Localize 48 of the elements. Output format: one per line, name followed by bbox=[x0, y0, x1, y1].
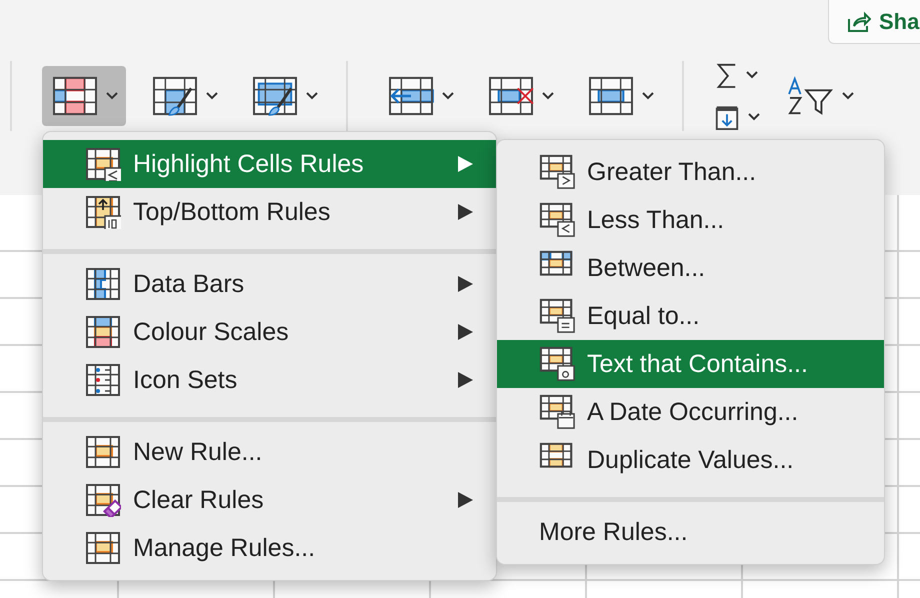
menu-item[interactable]: A Date Occurring... bbox=[497, 388, 884, 436]
chevron-icon bbox=[842, 92, 854, 100]
menu-item[interactable]: New Rule... bbox=[43, 428, 496, 476]
cell-styles-icon bbox=[252, 76, 298, 116]
sort-filter-icon bbox=[786, 76, 834, 116]
conditional-formatting-icon bbox=[52, 76, 98, 116]
colour-scale-icon bbox=[85, 315, 121, 349]
menu-item[interactable]: Icon Sets bbox=[43, 356, 496, 404]
text-contains-icon bbox=[539, 346, 575, 382]
menu-item[interactable]: Between... bbox=[497, 244, 884, 292]
menu-item[interactable]: Text that Contains... bbox=[497, 340, 884, 388]
icon-sets-icon bbox=[85, 363, 121, 397]
chevron-icon bbox=[106, 92, 118, 100]
clear-rules-icon bbox=[85, 483, 121, 517]
menu-item[interactable]: Equal to... bbox=[497, 292, 884, 340]
delete-cells-icon bbox=[488, 76, 534, 116]
chevron-icon bbox=[306, 92, 318, 100]
menu-item[interactable]: Data Bars bbox=[43, 260, 496, 308]
chevron-icon bbox=[746, 71, 758, 79]
date-icon bbox=[539, 394, 575, 430]
less-than-icon bbox=[539, 202, 575, 238]
chevron-icon bbox=[542, 92, 554, 100]
new-rule-icon bbox=[85, 435, 121, 469]
conditional-formatting-button[interactable] bbox=[42, 66, 126, 126]
grid-rule-icon bbox=[85, 147, 121, 181]
menu-item[interactable]: Duplicate Values... bbox=[497, 436, 884, 484]
share-button[interactable]: Sha bbox=[828, 0, 920, 44]
data-bars-icon bbox=[85, 267, 121, 301]
menu-item[interactable]: Manage Rules... bbox=[43, 524, 496, 572]
chevron-icon bbox=[642, 92, 654, 100]
insert-cells-icon bbox=[388, 76, 434, 116]
menu-item[interactable]: Greater Than... bbox=[497, 148, 884, 196]
menu-item[interactable]: Colour Scales bbox=[43, 308, 496, 356]
chevron-icon bbox=[206, 92, 218, 100]
greater-than-icon bbox=[539, 154, 575, 190]
menu-item[interactable]: Clear Rules bbox=[43, 476, 496, 524]
chevron-icon bbox=[748, 113, 760, 121]
menu-item[interactable]: Less Than... bbox=[497, 196, 884, 244]
menu-item[interactable]: More Rules... bbox=[497, 508, 884, 556]
chevron-icon bbox=[442, 92, 454, 100]
format-cells-icon bbox=[588, 76, 634, 116]
manage-rules-icon bbox=[85, 531, 121, 565]
share-icon bbox=[847, 10, 871, 32]
grid-rule-icon bbox=[85, 195, 121, 229]
equal-to-icon bbox=[539, 298, 575, 334]
menu-item[interactable]: Top/Bottom Rules bbox=[43, 188, 496, 236]
format-table-icon bbox=[152, 76, 198, 116]
menu-item[interactable]: Highlight Cells Rules bbox=[43, 140, 496, 188]
